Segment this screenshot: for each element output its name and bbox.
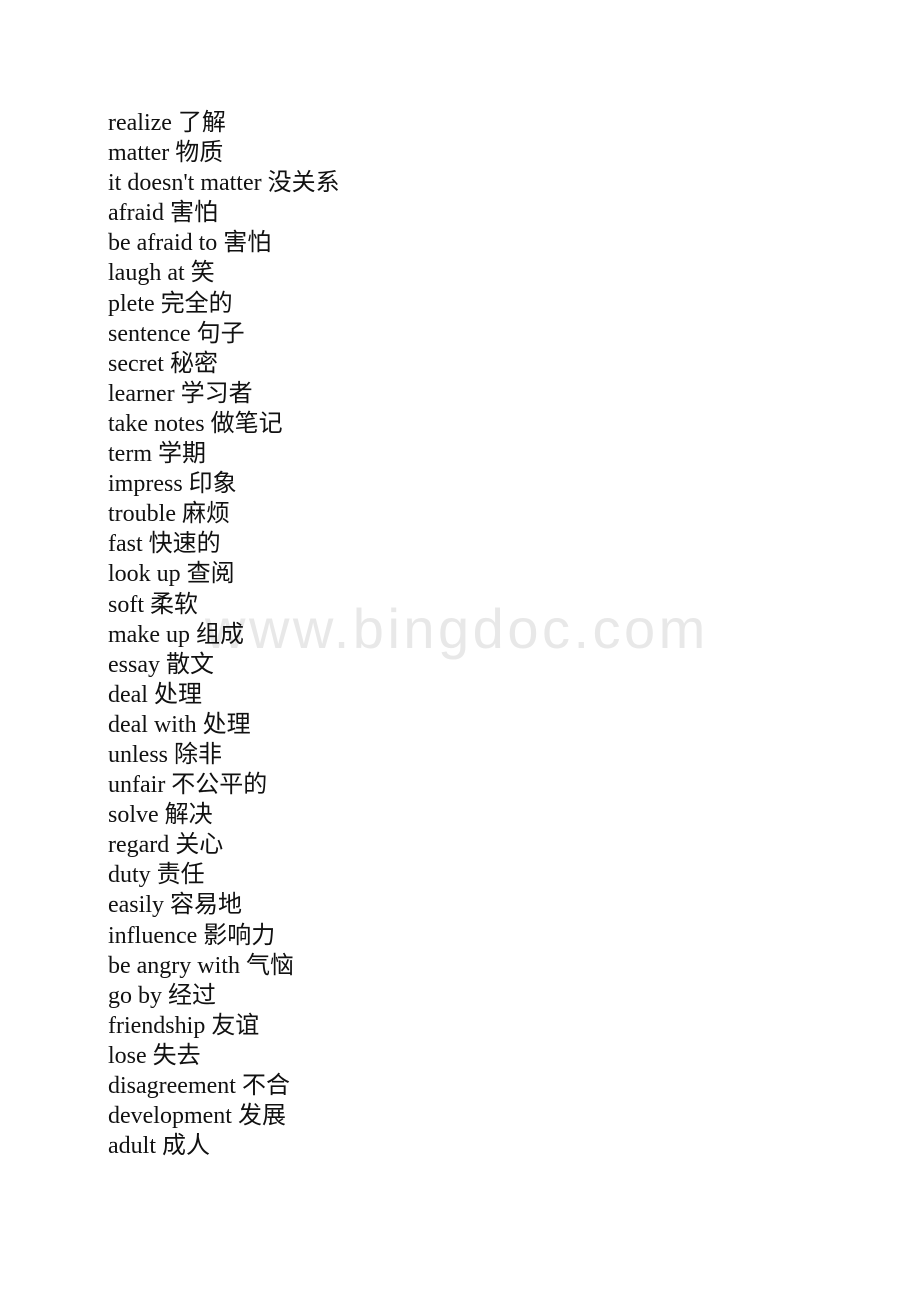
vocabulary-entry: deal 处理 bbox=[108, 681, 202, 708]
vocabulary-entry: regard 关心 bbox=[108, 832, 224, 859]
vocabulary-entry: go by 经过 bbox=[108, 982, 216, 1009]
vocabulary-entry: adult 成人 bbox=[108, 1133, 210, 1160]
vocabulary-entry: essay 散文 bbox=[108, 651, 214, 678]
vocabulary-list: realize 了解 matter 物质 it doesn't matter 没关系… bbox=[108, 108, 868, 1161]
vocabulary-entry: laugh at 笑 bbox=[108, 260, 215, 287]
vocabulary-entry: look up 查阅 bbox=[108, 561, 235, 588]
vocabulary-entry: unfair 不公平的 bbox=[108, 772, 268, 799]
vocabulary-entry: influence 影响力 bbox=[108, 922, 276, 949]
document-page: www.bingdoc.com realize 了解 matter 物质 it do… bbox=[0, 0, 920, 1302]
vocabulary-entry: be angry with 气恼 bbox=[108, 952, 294, 979]
vocabulary-entry: fast 快速的 bbox=[108, 531, 221, 558]
vocabulary-entry: it doesn't matter 没关系 bbox=[108, 170, 340, 197]
vocabulary-entry: development 发展 bbox=[108, 1103, 286, 1130]
vocabulary-entry: impress 印象 bbox=[108, 471, 237, 498]
vocabulary-entry: friendship 友谊 bbox=[108, 1012, 260, 1039]
vocabulary-entry: afraid 害怕 bbox=[108, 200, 218, 227]
vocabulary-entry: unless 除非 bbox=[108, 741, 222, 768]
vocabulary-entry: solve 解决 bbox=[108, 802, 213, 829]
vocabulary-entry: deal with 处理 bbox=[108, 711, 251, 738]
vocabulary-entry: easily 容易地 bbox=[108, 892, 242, 919]
vocabulary-entry: realize 了解 bbox=[108, 110, 226, 136]
vocabulary-entry: term 学期 bbox=[108, 441, 206, 468]
vocabulary-entry: plete 完全的 bbox=[108, 290, 233, 317]
vocabulary-entry: make up 组成 bbox=[108, 621, 244, 648]
vocabulary-entry: sentence 句子 bbox=[108, 320, 245, 347]
vocabulary-entry: duty 责任 bbox=[108, 862, 205, 889]
vocabulary-entry: disagreement 不合 bbox=[108, 1073, 290, 1099]
vocabulary-entry: trouble 麻烦 bbox=[108, 501, 230, 528]
vocabulary-entry: secret 秘密 bbox=[108, 350, 218, 377]
vocabulary-entry: learner 学习者 bbox=[108, 380, 253, 407]
vocabulary-entry: soft 柔软 bbox=[108, 591, 198, 618]
vocabulary-entry: be afraid to 害怕 bbox=[108, 230, 272, 257]
vocabulary-entry: take notes 做笔记 bbox=[108, 410, 283, 437]
vocabulary-entry: matter 物质 bbox=[108, 140, 224, 167]
vocabulary-entry: lose 失去 bbox=[108, 1042, 201, 1069]
